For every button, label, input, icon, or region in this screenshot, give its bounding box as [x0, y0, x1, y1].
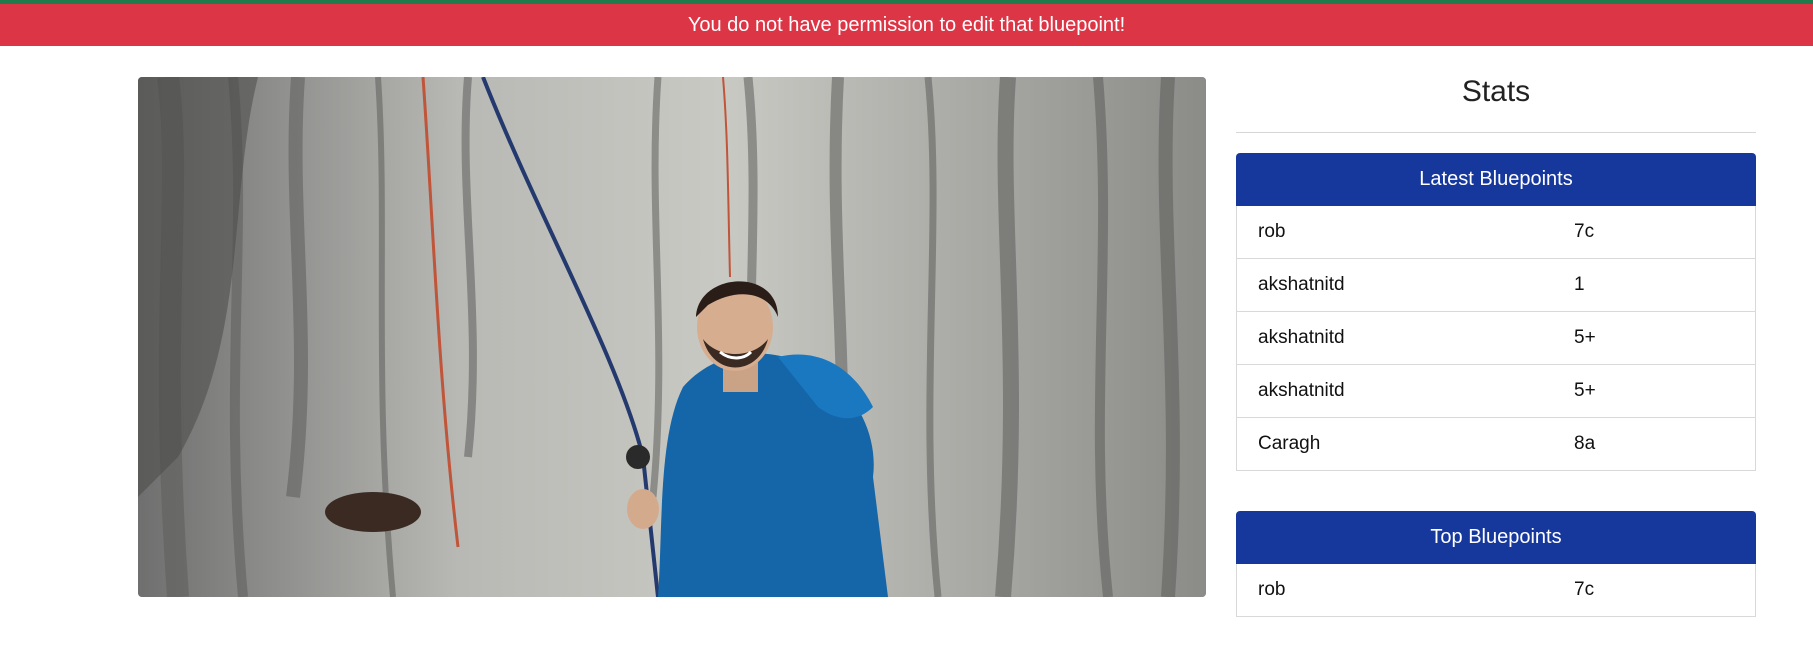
- climber-photo-illustration: [138, 77, 1206, 597]
- latest-bluepoints-header: Latest Bluepoints: [1236, 153, 1756, 206]
- stats-divider: [1236, 132, 1756, 133]
- alert-message: You do not have permission to edit that …: [687, 14, 1126, 36]
- route-grade: 1: [1574, 274, 1585, 295]
- route-grade: 7c: [1574, 579, 1595, 600]
- latest-bluepoints-table: rob 7c akshatnitd 1 akshatnitd 5+ akshat…: [1236, 206, 1756, 471]
- table-row[interactable]: Caragh 8a: [1237, 418, 1755, 470]
- climber-name: akshatnitd: [1258, 327, 1345, 348]
- hero-image: [138, 77, 1206, 597]
- table-row[interactable]: akshatnitd 5+: [1237, 365, 1755, 418]
- table-row[interactable]: akshatnitd 5+: [1237, 312, 1755, 365]
- latest-bluepoints-card: Latest Bluepoints rob 7c akshatnitd 1 ak…: [1236, 153, 1756, 471]
- table-row[interactable]: rob 7c: [1237, 564, 1755, 616]
- stats-title: Stats: [1461, 75, 1531, 108]
- table-row[interactable]: akshatnitd 1: [1237, 259, 1755, 312]
- route-grade: 7c: [1574, 221, 1595, 242]
- top-bluepoints-header: Top Bluepoints: [1236, 511, 1756, 564]
- climber-name: Caragh: [1258, 433, 1321, 454]
- route-grade: 5+: [1574, 327, 1596, 348]
- climber-name: akshatnitd: [1258, 380, 1345, 401]
- climber-name: rob: [1258, 579, 1286, 600]
- top-bluepoints-table: rob 7c: [1236, 564, 1756, 617]
- permission-alert: You do not have permission to edit that …: [0, 4, 1813, 46]
- stats-sidebar: Stats Latest Bluepoints rob 7c akshatnit…: [1236, 46, 1756, 657]
- table-row[interactable]: rob 7c: [1237, 206, 1755, 259]
- climber-name: akshatnitd: [1258, 274, 1345, 295]
- climber-name: rob: [1258, 221, 1286, 242]
- route-grade: 5+: [1574, 380, 1596, 401]
- route-grade: 8a: [1574, 433, 1596, 454]
- top-bluepoints-card: Top Bluepoints rob 7c: [1236, 511, 1756, 617]
